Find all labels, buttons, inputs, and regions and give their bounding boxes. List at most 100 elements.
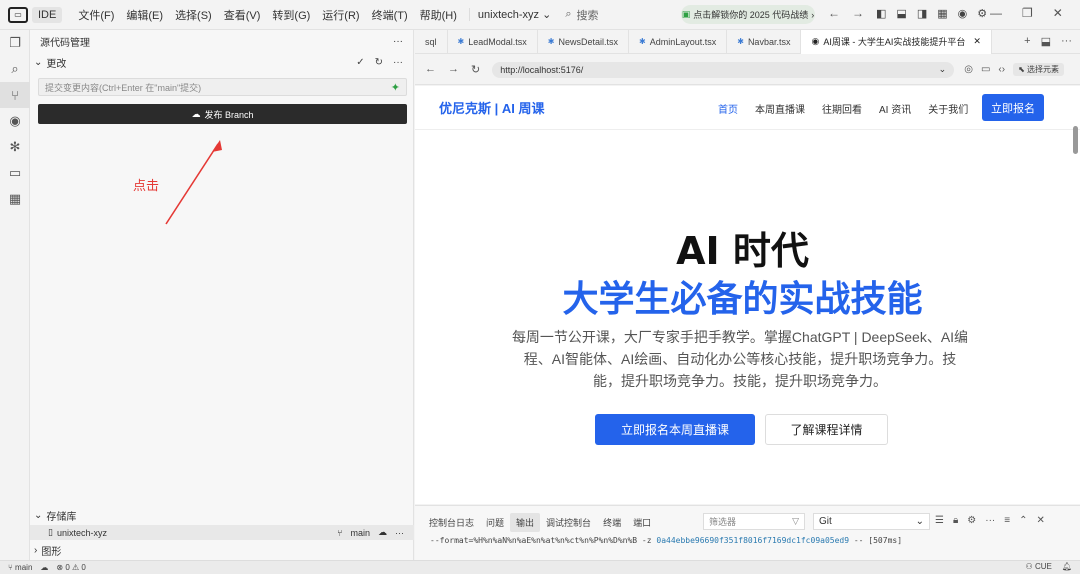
output-source-select[interactable]: Git ⌄	[813, 513, 930, 530]
layout-grid-icon[interactable]: ▦	[937, 7, 947, 20]
search-box[interactable]: ⌕ 搜索	[565, 7, 598, 23]
more-actions-icon[interactable]: ···	[395, 528, 404, 538]
tab-terminal[interactable]: 终端	[597, 513, 627, 532]
compass-icon[interactable]: ◎	[964, 64, 973, 75]
device-icon[interactable]: ▭	[981, 64, 990, 75]
menu-selection[interactable]: 选择(S)	[169, 7, 218, 23]
forward-arrow-icon[interactable]: →	[448, 63, 459, 76]
nav-about[interactable]: 关于我们	[928, 101, 968, 116]
commit-placeholder: 提交变更内容(Ctrl+Enter 在"main"提交)	[45, 82, 202, 93]
sync-icon[interactable]: ☁	[40, 563, 48, 572]
notifications-icon[interactable]: 🔔︎	[1062, 562, 1072, 571]
output-filter-input[interactable]: 筛选器 ▽	[703, 513, 805, 530]
code-icon[interactable]: ‹›	[998, 64, 1005, 75]
commit-message-input[interactable]: 提交变更内容(Ctrl+Enter 在"main"提交) ✦	[38, 78, 407, 96]
settings-gear-icon[interactable]: ⚙	[967, 515, 976, 526]
tab-label: Navbar.tsx	[747, 36, 791, 47]
course-details-button[interactable]: 了解课程详情	[765, 414, 888, 445]
menu-terminal[interactable]: 终端(T)	[366, 7, 414, 23]
split-editor-icon[interactable]: ⬓	[1041, 35, 1051, 48]
tab-ports[interactable]: 端口	[627, 513, 657, 532]
status-encoding[interactable]: ⚇ CUE	[1026, 562, 1052, 571]
changes-section-header[interactable]: ⌄ 更改 ✓ ↻ ···	[30, 52, 413, 72]
repository-row[interactable]: ▯ unixtech-xyz ⑂ main ☁ ···	[30, 525, 414, 540]
account-icon[interactable]: ◉	[958, 7, 968, 20]
menu-help[interactable]: 帮助(H)	[414, 7, 463, 23]
ai-sparkle-icon[interactable]: ✦	[391, 81, 400, 94]
nav-home[interactable]: 首页	[718, 101, 738, 116]
ide-label[interactable]: IDE	[32, 6, 63, 23]
lock-icon[interactable]: 🔒︎	[953, 515, 958, 526]
menu-view[interactable]: 查看(V)	[218, 7, 267, 23]
tab-debug-console[interactable]: 调试控制台	[540, 513, 597, 532]
sidebar-bottom: ⌄ 存储库 ▯ unixtech-xyz ⑂ main ☁ ··· › 图形	[30, 505, 414, 560]
back-arrow-icon[interactable]: ←	[425, 63, 436, 76]
cloud-upload-icon[interactable]: ☁	[378, 527, 387, 538]
hero-title: AI 时代	[676, 229, 809, 273]
tab-leadmodal[interactable]: ✱ LeadModal.tsx	[448, 29, 538, 54]
debug-icon[interactable]: ✻	[0, 134, 30, 160]
tab-navbar[interactable]: ✱ Navbar.tsx	[727, 29, 802, 54]
minimize-icon[interactable]: —	[990, 6, 1002, 20]
more-actions-icon[interactable]: ···	[393, 57, 403, 68]
project-selector[interactable]: unixtech-xyz ⌄	[468, 8, 559, 21]
typescript-icon: ✱	[638, 37, 646, 46]
commit-check-icon[interactable]: ✓	[356, 57, 364, 68]
more-actions-icon[interactable]: ···	[1061, 35, 1072, 48]
close-tab-icon[interactable]: ✕	[973, 36, 981, 47]
extensions-icon[interactable]: ▦	[0, 186, 30, 212]
tab-newsdetail[interactable]: ✱ NewsDetail.tsx	[538, 29, 629, 54]
tab-console-log[interactable]: 控制台日志	[423, 513, 480, 532]
refresh-icon[interactable]: ↻	[375, 57, 383, 68]
remote-explorer-icon[interactable]: ▭	[0, 160, 30, 186]
reload-icon[interactable]: ↻	[471, 63, 480, 76]
nav-news[interactable]: AI 资讯	[879, 101, 911, 116]
repositories-section-header[interactable]: ⌄ 存储库	[30, 505, 414, 525]
menu-file[interactable]: 文件(F)	[72, 7, 120, 23]
tab-adminlayout[interactable]: ✱ AdminLayout.tsx	[629, 29, 728, 54]
tab-preview[interactable]: ◉ AI周课 - 大学生AI实战技能提升平台 ✕	[801, 29, 992, 54]
close-icon[interactable]: ✕	[1053, 6, 1063, 20]
graph-label: 图形	[41, 546, 62, 558]
select-element-button[interactable]: ⬉ 选择元素	[1013, 63, 1065, 76]
menu-go[interactable]: 转到(G)	[266, 7, 316, 23]
status-problems[interactable]: ⊗ 0 ⚠ 0	[56, 563, 85, 572]
publish-branch-button[interactable]: ☁ 发布 Branch	[38, 104, 407, 124]
preview-eye-icon[interactable]: ◉	[0, 108, 30, 134]
nav-replay[interactable]: 往期回看	[822, 101, 862, 116]
nav-live[interactable]: 本周直播课	[755, 101, 805, 116]
toggle-secondary-icon[interactable]: ◨	[917, 7, 927, 20]
more-actions-icon[interactable]: ···	[985, 515, 995, 526]
page-scrollbar[interactable]	[1073, 126, 1078, 154]
add-icon[interactable]: +	[1024, 35, 1030, 48]
toggle-panel-icon[interactable]: ⬓	[896, 7, 906, 20]
forward-arrow-icon[interactable]: →	[852, 6, 864, 20]
close-icon[interactable]: ✕	[1037, 515, 1045, 526]
graph-section-header[interactable]: › 图形	[30, 540, 414, 560]
back-arrow-icon[interactable]: ←	[828, 6, 840, 20]
repo-branch[interactable]: main	[350, 528, 370, 538]
tab-sql[interactable]: sql	[415, 29, 448, 54]
search-icon[interactable]: ⌕	[0, 56, 30, 82]
source-control-icon[interactable]: ⑂	[0, 82, 30, 108]
url-bar[interactable]: http://localhost:5176/ ⌄	[492, 61, 955, 78]
more-actions-icon[interactable]: ···	[393, 36, 403, 47]
list-icon[interactable]: ☰	[935, 515, 944, 526]
sliders-icon[interactable]: ≡	[1004, 515, 1010, 526]
menu-edit[interactable]: 编辑(E)	[120, 7, 169, 23]
chevron-down-icon[interactable]: ⌄	[939, 64, 947, 75]
explorer-icon[interactable]: ❐	[0, 30, 30, 56]
promo-banner[interactable]: ▣ 点击解锁你的 2025 代码战绩 ›	[681, 5, 815, 24]
toggle-sidebar-icon[interactable]: ◧	[876, 7, 886, 20]
status-branch[interactable]: ⑂ main	[8, 563, 32, 572]
tab-output[interactable]: 输出	[510, 512, 541, 532]
settings-gear-icon[interactable]: ⚙	[977, 7, 987, 20]
site-brand[interactable]: 优尼克斯 | AI 周课	[439, 98, 544, 117]
restore-icon[interactable]: ❐	[1022, 6, 1033, 20]
menu-run[interactable]: 运行(R)	[316, 7, 365, 23]
signup-button[interactable]: 立即报名	[982, 94, 1044, 121]
eye-icon: ◉	[811, 36, 820, 46]
signup-live-button[interactable]: 立即报名本周直播课	[595, 414, 755, 445]
tab-problems[interactable]: 问题	[480, 513, 510, 532]
chevron-up-icon[interactable]: ⌃	[1019, 515, 1027, 526]
